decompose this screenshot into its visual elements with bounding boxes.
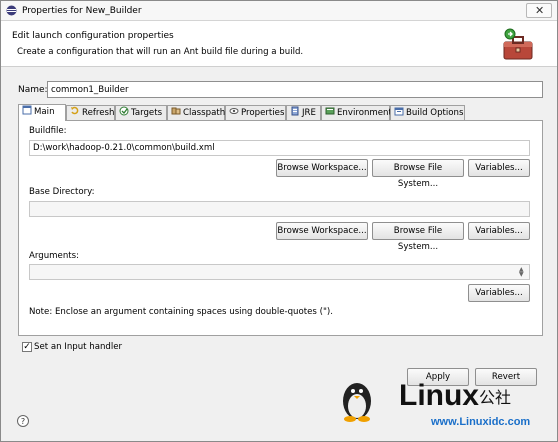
base-directory-label: Base Directory: [29,187,95,197]
buildfile-input[interactable]: D:\work\hadoop-0.21.0\common\build.xml [29,140,530,156]
tab-label: Refresh [82,108,115,118]
eclipse-icon [6,5,17,16]
dialog-header: Edit launch configuration properties Cre… [1,21,557,67]
toolbox-icon [503,28,533,60]
classpath-icon [171,107,181,115]
tab-label: Build Options [406,108,464,118]
close-icon: ✕ [535,4,545,17]
tab-build-options[interactable]: Build Options [390,105,465,121]
arguments-input[interactable] [29,264,530,280]
title-bar: Properties for New_Builder ✕ [1,1,557,21]
tab-refresh[interactable]: Refresh [66,105,115,121]
watermark-brand-suffix: 公社 [479,388,511,407]
arguments-variables-button[interactable]: Variables... [468,284,530,302]
tab-label: JRE [302,108,316,118]
properties-icon [229,108,239,114]
help-icon[interactable]: ? [17,415,29,427]
linuxidc-watermark-logo: Linux 公社 www.Linuxidc.com [343,379,530,428]
watermark-url: www.Linuxidc.com [430,416,530,428]
name-input[interactable] [47,81,543,98]
input-handler-checkbox[interactable]: ✓ [22,342,32,352]
buildfile-browse-file-system-button[interactable]: Browse File System... [372,159,464,189]
arguments-scroll-arrows-icon[interactable]: ▲ ▼ [519,267,527,278]
window-title: Properties for New_Builder [22,6,142,16]
build-options-icon [394,107,404,116]
tab-jre[interactable]: JRE [286,105,321,121]
tab-targets[interactable]: Targets [115,105,167,121]
tab-classpath[interactable]: Classpath [167,105,225,121]
base-directory-variables-button[interactable]: Variables... [468,222,530,240]
buildfile-label: Buildfile: [29,126,67,136]
header-title: Edit launch configuration properties [12,31,174,41]
arguments-note: Note: Enclose an argument containing spa… [29,307,334,317]
tab-main[interactable]: Main [18,104,66,121]
tab-properties[interactable]: Properties [225,105,286,121]
tab-environment[interactable]: Environment [321,105,392,121]
tab-label: Targets [131,108,163,118]
close-button[interactable]: ✕ [526,3,552,18]
refresh-icon [71,106,79,115]
base-directory-browse-file-system-button[interactable]: Browse File System... [372,222,464,252]
arguments-label: Arguments: [29,251,80,261]
main-tab-icon [22,105,32,115]
header-description: Create a configuration that will run an … [17,47,304,57]
tab-label: Environment [337,108,392,118]
input-handler-label: Set an Input handler [34,342,123,352]
tab-label: Properties [241,108,285,118]
properties-dialog: Properties for New_Builder ✕ Edit launch… [0,0,558,442]
targets-icon [119,106,129,116]
tab-bar: Main Refresh Targets Classpath Propertie… [18,104,538,121]
tab-label: Classpath [183,108,226,118]
buildfile-variables-button[interactable]: Variables... [468,159,530,177]
tab-label: Main [34,107,55,117]
jre-icon [291,106,299,116]
buildfile-browse-workspace-button[interactable]: Browse Workspace... [276,159,368,177]
name-label: Name: [18,85,48,95]
base-directory-browse-workspace-button[interactable]: Browse Workspace... [276,222,368,240]
watermark-brand: Linux [399,379,479,412]
base-directory-input[interactable] [29,201,530,217]
environment-icon [325,107,335,115]
